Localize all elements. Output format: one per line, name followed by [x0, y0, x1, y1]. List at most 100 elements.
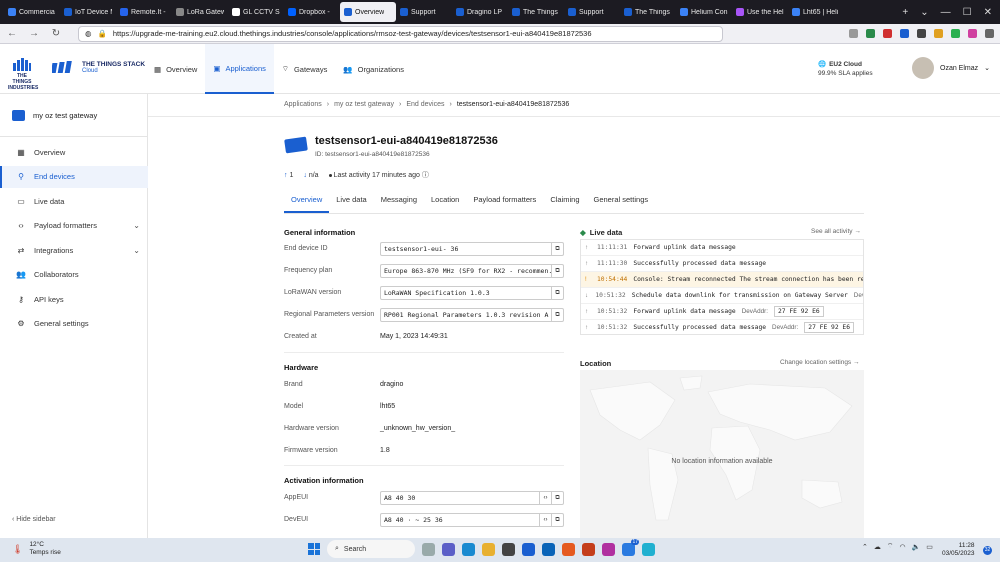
field-value[interactable]: A8 40 · ~ 25 36	[381, 516, 539, 524]
field-frequency-plan[interactable]: Europe 863-870 MHz (SF9 for RX2 - recomm…	[380, 264, 564, 278]
explorer-icon[interactable]	[482, 542, 495, 556]
tts-logo[interactable]: THE THINGS STACK Cloud	[52, 60, 145, 74]
app-icon[interactable]	[602, 542, 615, 556]
url-bar[interactable]: ◍ 🔒 https://upgrade-me-training.eu2.clou…	[78, 25, 723, 42]
nav-applications[interactable]: ▣ Applications	[205, 44, 274, 94]
tti-logo[interactable]: THE THINGS INDUSTRIES	[8, 57, 38, 91]
sidebar-item-end-devices[interactable]: ⚲ End devices	[0, 165, 148, 188]
browser-tab[interactable]: The Things	[620, 2, 676, 22]
breadcrumb-item[interactable]: End devices	[406, 101, 444, 108]
store-icon[interactable]	[502, 542, 515, 556]
live-event-row[interactable]: ↑ 11:11:30 Successfully processed data mes…	[581, 256, 863, 272]
browser-tab[interactable]: Dragino LP	[452, 2, 508, 22]
field-end-device-id[interactable]: testsensor1-eui- 36 ⧉	[380, 242, 564, 256]
new-tab-icon[interactable]: +	[902, 7, 908, 18]
live-event-row[interactable]: ↑ 10:51:32 Successfully processed data mes…	[581, 320, 863, 334]
chevron-up-icon[interactable]: ⌃	[862, 543, 868, 551]
field-value[interactable]: A8 40 30	[381, 494, 539, 502]
mail-icon[interactable]	[522, 542, 535, 556]
extension-icon[interactable]	[900, 29, 909, 38]
field-value[interactable]: testsensor1-eui- 36	[381, 245, 551, 253]
extension-icon[interactable]	[883, 29, 892, 38]
weather-widget[interactable]: 🌡 12°C Temps rise	[12, 541, 61, 557]
taskbar-search[interactable]: ⌕ Search	[327, 540, 415, 558]
field-value[interactable]: LoRaWAN Specification 1.0.3	[381, 289, 551, 297]
messenger-icon[interactable]: 17	[622, 538, 639, 556]
see-all-activity-link[interactable]: See all activity →	[811, 228, 861, 235]
change-location-link[interactable]: Change location settings →	[780, 359, 860, 366]
info-icon[interactable]: ⓘ	[422, 172, 429, 179]
star-icon[interactable]	[849, 29, 858, 38]
browser-tab[interactable]: Helium Con	[676, 2, 732, 22]
user-menu[interactable]: Ozan Elmaz ⌄	[912, 57, 990, 79]
browser-tab[interactable]: Overview	[340, 2, 396, 22]
tab-general-settings[interactable]: General settings	[587, 193, 656, 213]
live-event-row[interactable]: ↑ 10:51:32 Forward uplink data message DevA…	[581, 304, 863, 320]
tab-list-icon[interactable]: ⌄	[920, 7, 928, 18]
tab-messaging[interactable]: Messaging	[374, 193, 424, 213]
field-value[interactable]: Europe 863-870 MHz (SF9 for RX2 - recomm…	[381, 267, 551, 275]
extension-icon[interactable]	[968, 29, 977, 38]
battery-icon[interactable]: ▭	[926, 543, 933, 551]
sidebar-item-api-keys[interactable]: ⚷ API keys	[0, 288, 148, 310]
field-regional-parameters-version[interactable]: RP001 Regional Parameters 1.0.3 revision…	[380, 308, 564, 322]
code-toggle-icon[interactable]: ‹›	[539, 514, 551, 526]
code-toggle-icon[interactable]: ‹›	[539, 492, 551, 504]
copy-icon[interactable]: ⧉	[551, 514, 563, 526]
copy-icon[interactable]: ⧉	[551, 309, 563, 321]
tab-location[interactable]: Location	[424, 193, 466, 213]
windows-start-icon[interactable]	[308, 543, 320, 555]
sidebar-item-general-settings[interactable]: ⚙ General settings	[0, 313, 148, 335]
task-view-icon[interactable]	[422, 542, 435, 556]
tab-payload-formatters[interactable]: Payload formatters	[466, 193, 543, 213]
maximize-icon[interactable]: ☐	[963, 7, 972, 18]
wifi-icon[interactable]: ◠	[899, 543, 905, 551]
app-icon[interactable]	[642, 542, 655, 556]
browser-tab[interactable]: IoT Device M	[60, 2, 116, 22]
browser-tab[interactable]: Lht65 | Heli	[788, 2, 844, 22]
network-icon[interactable]: ⌔	[887, 542, 894, 551]
browser-tab[interactable]: Commercia	[4, 2, 60, 22]
reload-icon[interactable]: ↻	[50, 28, 62, 39]
browser-tab[interactable]: LoRa Gateway	[172, 2, 228, 22]
sidebar-item-payload-formatters[interactable]: ‹› Payload formatters ⌄	[0, 215, 148, 237]
copy-icon[interactable]: ⧉	[551, 243, 563, 255]
browser-tab[interactable]: Support	[396, 2, 452, 22]
sidebar-item-collaborators[interactable]: 👥 Collaborators	[0, 264, 148, 286]
extension-icon[interactable]	[917, 29, 926, 38]
nav-overview[interactable]: ▦ Overview	[146, 44, 205, 94]
field-appeui[interactable]: A8 40 30 ‹› ⧉	[380, 491, 564, 505]
browser-tab[interactable]: Remote.It -	[116, 2, 172, 22]
hide-sidebar-button[interactable]: ‹ Hide sidebar	[12, 516, 56, 523]
menu-icon[interactable]	[985, 29, 994, 38]
outlook-icon[interactable]	[542, 542, 555, 556]
clock[interactable]: 11:28 03/05/2023	[942, 542, 975, 558]
browser-tab[interactable]: Dropbox -	[284, 2, 340, 22]
tab-claiming[interactable]: Claiming	[543, 193, 586, 213]
copy-icon[interactable]: ⧉	[551, 265, 563, 277]
tab-live-data[interactable]: Live data	[329, 193, 373, 213]
sidebar-item-live-data[interactable]: ▭ Live data	[0, 190, 148, 212]
breadcrumb-item[interactable]: my oz test gateway	[334, 101, 394, 108]
powerpoint-icon[interactable]	[582, 542, 595, 556]
forward-icon[interactable]: →	[28, 28, 40, 39]
sidebar-item-integrations[interactable]: ⇄ Integrations ⌄	[0, 239, 148, 261]
close-icon[interactable]: ✕	[984, 7, 992, 18]
extension-icon[interactable]	[934, 29, 943, 38]
browser-tab[interactable]: The Things	[508, 2, 564, 22]
volume-icon[interactable]: 🔈	[912, 543, 921, 551]
browser-tab[interactable]: GL CCTV Sh	[228, 2, 284, 22]
sidebar-item-overview[interactable]: ▦ Overview	[0, 141, 148, 163]
field-value[interactable]: RP001 Regional Parameters 1.0.3 revision…	[381, 311, 551, 319]
location-map[interactable]: No location information available	[580, 370, 864, 538]
edge-icon[interactable]	[462, 542, 475, 556]
browser-tab[interactable]: Support	[564, 2, 620, 22]
cluster-info[interactable]: 🌐 EU2 Cloud 99.9% SLA applies	[818, 60, 873, 78]
extension-icon[interactable]	[866, 29, 875, 38]
url-text[interactable]: https://upgrade-me-training.eu2.cloud.th…	[113, 29, 592, 38]
back-icon[interactable]: ←	[6, 28, 18, 39]
field-lorawan-version[interactable]: LoRaWAN Specification 1.0.3 ⧉	[380, 286, 564, 300]
extension-icon[interactable]	[951, 29, 960, 38]
minimize-icon[interactable]: —	[941, 7, 951, 18]
nav-organizations[interactable]: 👥 Organizations	[335, 44, 412, 94]
